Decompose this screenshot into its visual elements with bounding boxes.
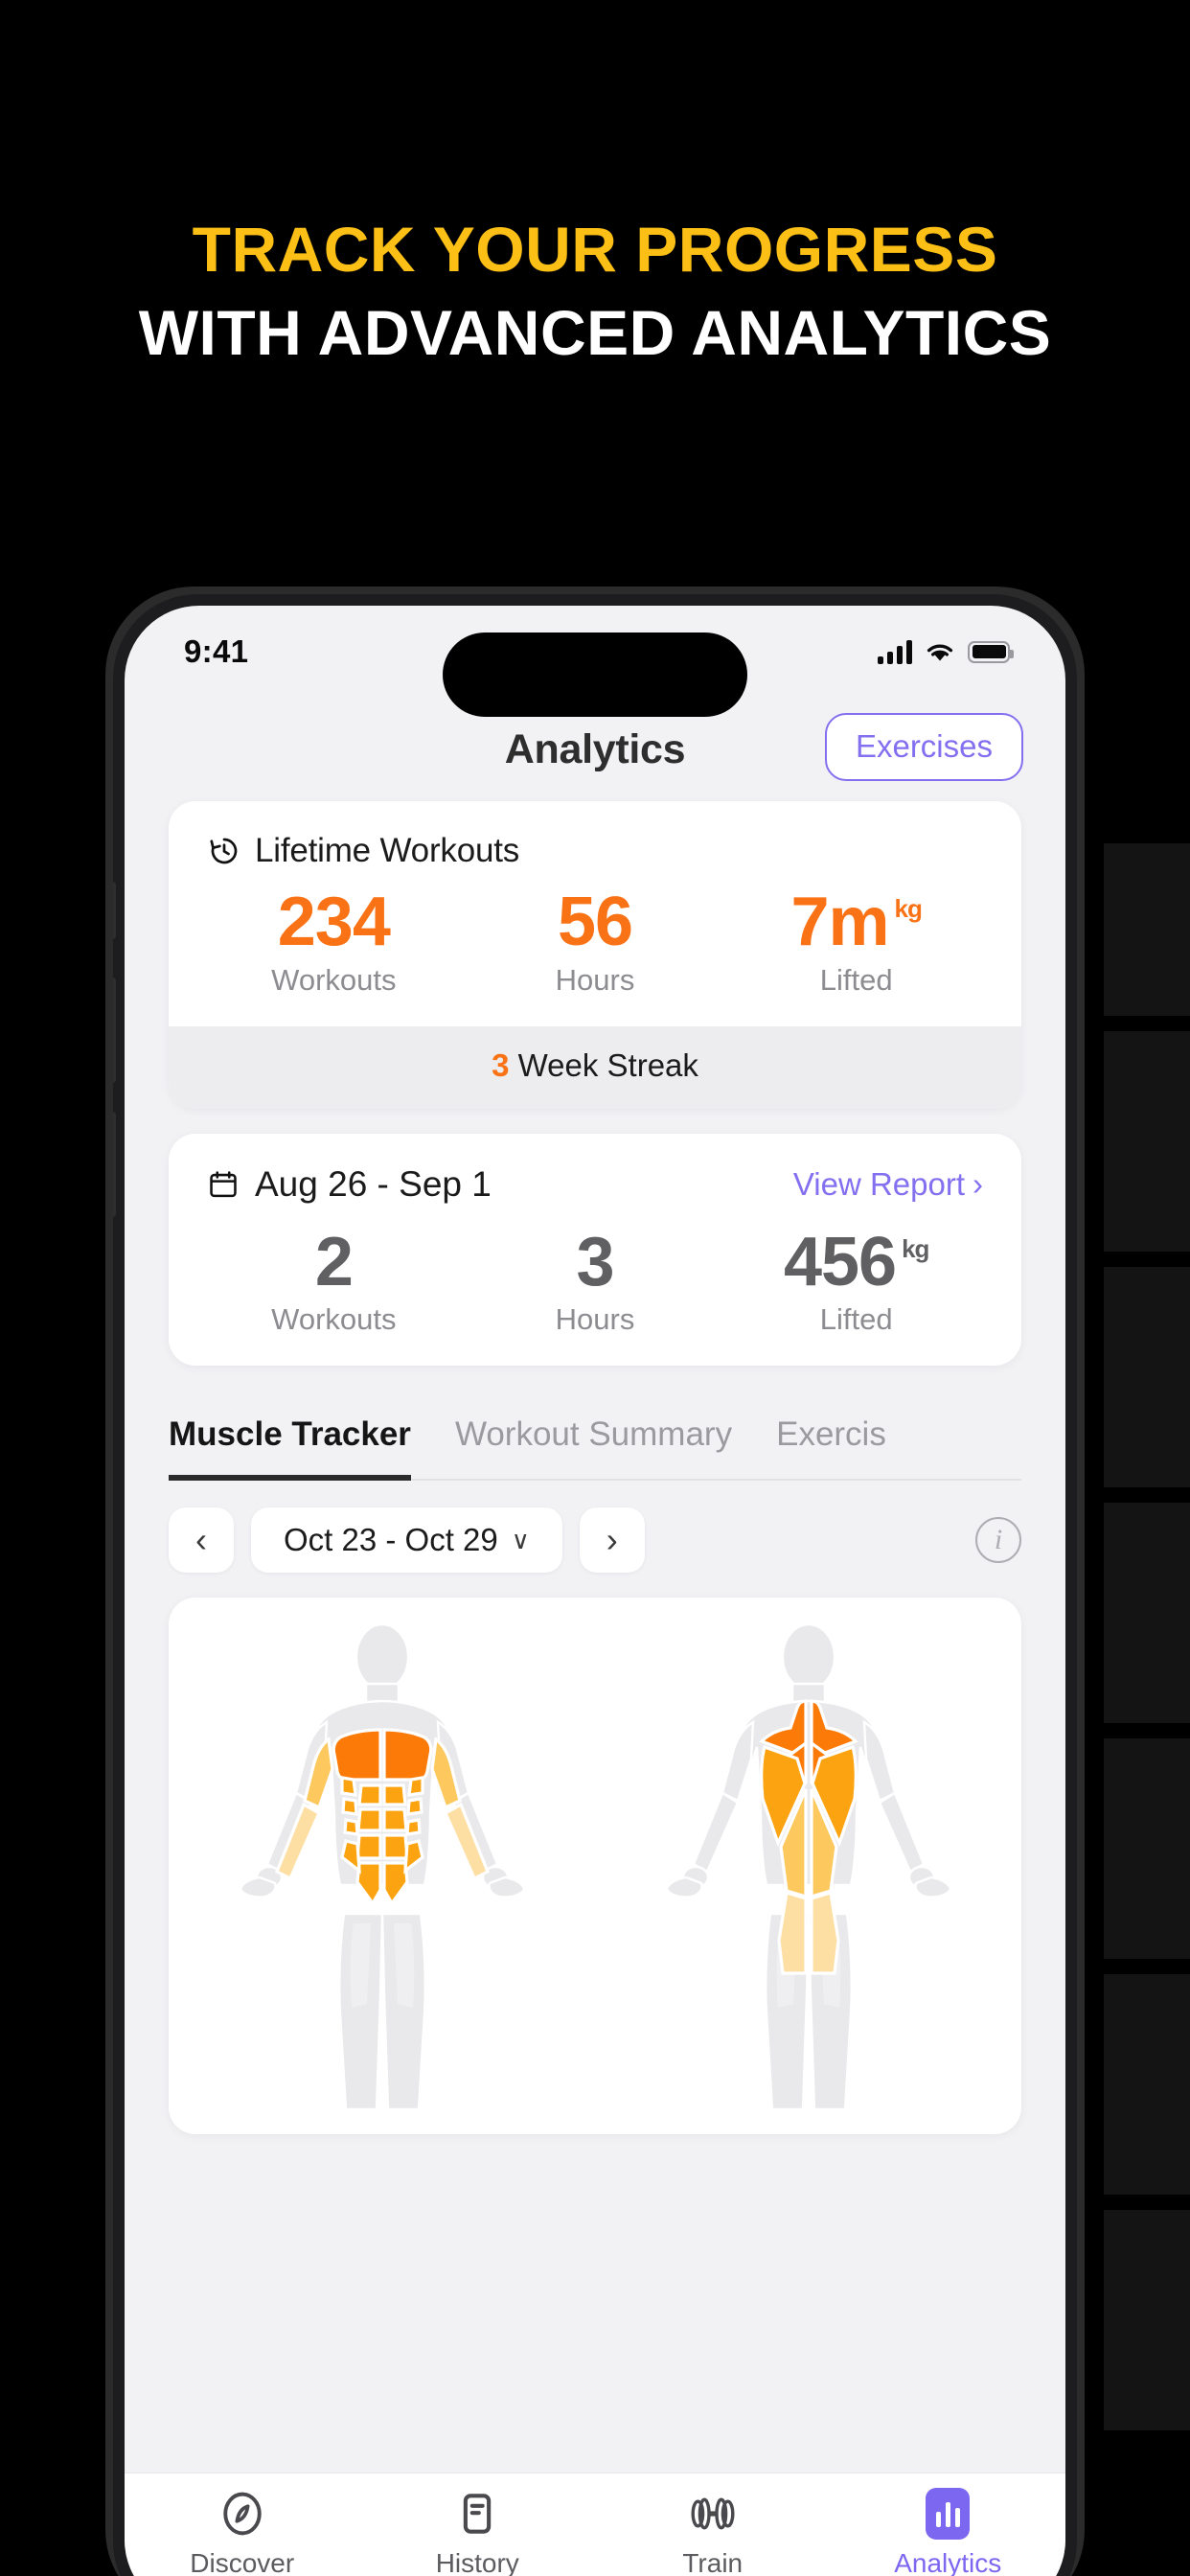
content-scroll-area: Lifetime Workouts 234 Workouts 56 Hours (125, 801, 1065, 1367)
nav-item-discover[interactable]: Discover (125, 2487, 360, 2576)
phone-mute-switch (113, 882, 116, 939)
weekly-stat-lifted-label: Lifted (819, 1302, 893, 1337)
week-selector: ‹ Oct 23 - Oct 29 ∨ › i (125, 1481, 1065, 1574)
nav-label-train: Train (682, 2548, 744, 2576)
lifetime-stat-lifted-unit: kg (894, 894, 923, 923)
promo-headline-line1: TRACK YOUR PROGRESS (192, 214, 998, 285)
promo-headline: TRACK YOUR PROGRESS WITH ADVANCED ANALYT… (0, 214, 1190, 369)
nav-label-history: History (435, 2548, 519, 2576)
promo-screenshot: TRACK YOUR PROGRESS WITH ADVANCED ANALYT… (0, 0, 1190, 2576)
background-decoration (1104, 843, 1190, 2492)
phone-volume-down-button (113, 1112, 116, 1217)
nav-item-train[interactable]: Train (595, 2487, 831, 2576)
nav-label-discover: Discover (190, 2548, 295, 2576)
info-icon[interactable]: i (975, 1517, 1021, 1564)
app-header: Analytics Exercises (125, 698, 1065, 801)
weekly-stat-hours: 3 Hours (465, 1224, 726, 1338)
nav-item-history[interactable]: History (360, 2487, 596, 2576)
wifi-icon (927, 644, 953, 661)
tab-exercises[interactable]: Exercis (776, 1415, 886, 1481)
back-body-view[interactable] (595, 1598, 1021, 2134)
chevron-right-icon: › (973, 1165, 983, 1202)
promo-headline-line2: WITH ADVANCED ANALYTICS (138, 297, 1052, 369)
lifetime-stat-workouts-value: 234 (277, 884, 391, 960)
analytics-tab-bar: Muscle Tracker Workout Summary Exercis (125, 1415, 1065, 1482)
weekly-stat-workouts: 2 Workouts (203, 1224, 465, 1338)
week-range-dropdown[interactable]: Oct 23 - Oct 29 ∨ (251, 1507, 562, 1574)
nav-item-analytics[interactable]: Analytics (831, 2487, 1066, 2576)
weekly-summary-card: Aug 26 - Sep 1 View Report › 2 Workouts (169, 1133, 1021, 1367)
bottom-navigation-bar: Discover History Train Analytics (125, 2472, 1065, 2576)
battery-icon (968, 640, 1014, 663)
back-body-muscle-map (665, 1623, 951, 2111)
weekly-date-range: Aug 26 - Sep 1 (255, 1163, 492, 1204)
next-week-button[interactable]: › (579, 1507, 645, 1574)
calendar-icon (210, 1170, 237, 1197)
phone-frame: 9:41 Analytics Exercises Lifetime Workou… (113, 594, 1077, 2576)
phone-volume-up-button (113, 978, 116, 1083)
nav-label-analytics: Analytics (894, 2548, 1002, 2576)
week-streak-row: 3 Week Streak (169, 1025, 1021, 1109)
lifetime-workouts-card: Lifetime Workouts 234 Workouts 56 Hours (169, 801, 1021, 1109)
weekly-stat-hours-label: Hours (555, 1302, 635, 1337)
previous-week-button[interactable]: ‹ (169, 1507, 234, 1574)
view-report-label: View Report (792, 1165, 965, 1202)
weekly-stat-lifted-unit: kg (902, 1233, 929, 1263)
lifetime-stat-hours-value: 56 (557, 884, 633, 960)
list-document-icon (452, 2487, 502, 2541)
weekly-stat-workouts-label: Workouts (271, 1302, 397, 1337)
lifetime-card-title: Lifetime Workouts (255, 832, 520, 869)
lifetime-stat-workouts-label: Workouts (271, 962, 397, 997)
chevron-down-icon: ∨ (511, 1525, 530, 1554)
week-streak-count: 3 (492, 1046, 510, 1083)
compass-icon (217, 2487, 267, 2541)
tab-muscle-tracker[interactable]: Muscle Tracker (169, 1415, 411, 1482)
front-body-view[interactable] (169, 1598, 595, 2134)
weekly-stat-hours-value: 3 (576, 1223, 614, 1300)
lifetime-stat-lifted-value: 7m (790, 884, 889, 960)
lifetime-stat-lifted: 7m kg Lifted (725, 884, 987, 998)
view-report-link[interactable]: View Report › (793, 1166, 983, 1203)
dumbbell-icon (686, 2487, 740, 2541)
tab-workout-summary[interactable]: Workout Summary (455, 1415, 732, 1481)
front-body-muscle-map (239, 1623, 525, 2111)
weekly-stat-lifted: 456 kg Lifted (725, 1224, 987, 1338)
lifetime-stat-workouts: 234 Workouts (203, 884, 465, 998)
week-streak-label: Week Streak (517, 1046, 698, 1083)
page-title: Analytics (504, 725, 686, 772)
bar-chart-icon (926, 2487, 971, 2541)
weekly-stat-lifted-value: 456 (783, 1223, 897, 1300)
exercises-button[interactable]: Exercises (824, 713, 1023, 781)
weekly-stat-workouts-value: 2 (314, 1223, 354, 1300)
cellular-signal-icon (878, 639, 912, 664)
week-range-label: Oct 23 - Oct 29 (284, 1522, 498, 1558)
muscle-tracker-card (169, 1598, 1021, 2135)
lifetime-stat-lifted-label: Lifted (819, 962, 893, 997)
status-bar: 9:41 (125, 606, 1065, 717)
history-clock-icon (210, 838, 238, 864)
status-bar-time: 9:41 (184, 633, 249, 669)
lifetime-stat-hours: 56 Hours (465, 884, 726, 998)
lifetime-stat-hours-label: Hours (555, 962, 635, 997)
phone-screen: 9:41 Analytics Exercises Lifetime Workou… (125, 606, 1065, 2576)
